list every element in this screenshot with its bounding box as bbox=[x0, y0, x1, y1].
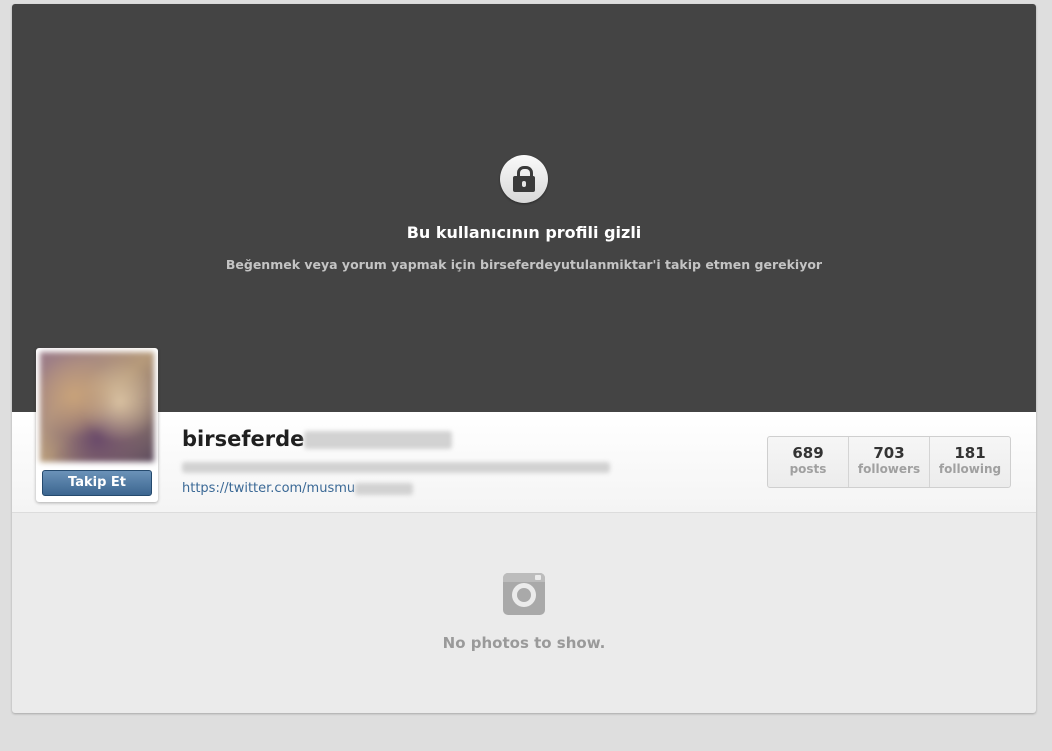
username-text: birseferde bbox=[182, 427, 305, 451]
stat-posts[interactable]: 689 posts bbox=[768, 437, 849, 487]
profile-card: Bu kullanıcının profili gizli Beğenmek v… bbox=[12, 4, 1036, 713]
follow-button[interactable]: Takip Et bbox=[42, 470, 152, 496]
stat-followers[interactable]: 703 followers bbox=[849, 437, 930, 487]
username-redacted bbox=[304, 431, 453, 449]
avatar bbox=[40, 352, 154, 462]
stat-posts-label: posts bbox=[789, 462, 827, 476]
no-photos-message: No photos to show. bbox=[442, 634, 606, 652]
bio-redacted bbox=[182, 462, 610, 473]
stat-followers-value: 703 bbox=[873, 444, 905, 462]
username: birseferde bbox=[182, 427, 453, 451]
stat-following[interactable]: 181 following bbox=[930, 437, 1010, 487]
profile-link-text[interactable]: https://twitter.com/musmu bbox=[182, 481, 355, 496]
stat-posts-value: 689 bbox=[792, 444, 824, 462]
private-profile-title: Bu kullanıcının profili gizli bbox=[406, 223, 642, 242]
profile-link[interactable]: https://twitter.com/musmu bbox=[182, 481, 414, 496]
avatar-frame: Takip Et bbox=[36, 348, 158, 502]
link-redacted bbox=[355, 482, 414, 495]
camera-icon bbox=[503, 573, 545, 615]
private-profile-cover: Bu kullanıcının profili gizli Beğenmek v… bbox=[12, 4, 1036, 412]
stat-following-label: following bbox=[938, 462, 1002, 476]
profile-stats: 689 posts 703 followers 181 following bbox=[767, 436, 1011, 488]
stat-following-value: 181 bbox=[954, 444, 986, 462]
page: Bu kullanıcının profili gizli Beğenmek v… bbox=[0, 0, 1052, 751]
stat-followers-label: followers bbox=[857, 462, 921, 476]
lock-icon bbox=[500, 155, 548, 203]
private-profile-message: Beğenmek veya yorum yapmak için birsefer… bbox=[225, 257, 823, 272]
